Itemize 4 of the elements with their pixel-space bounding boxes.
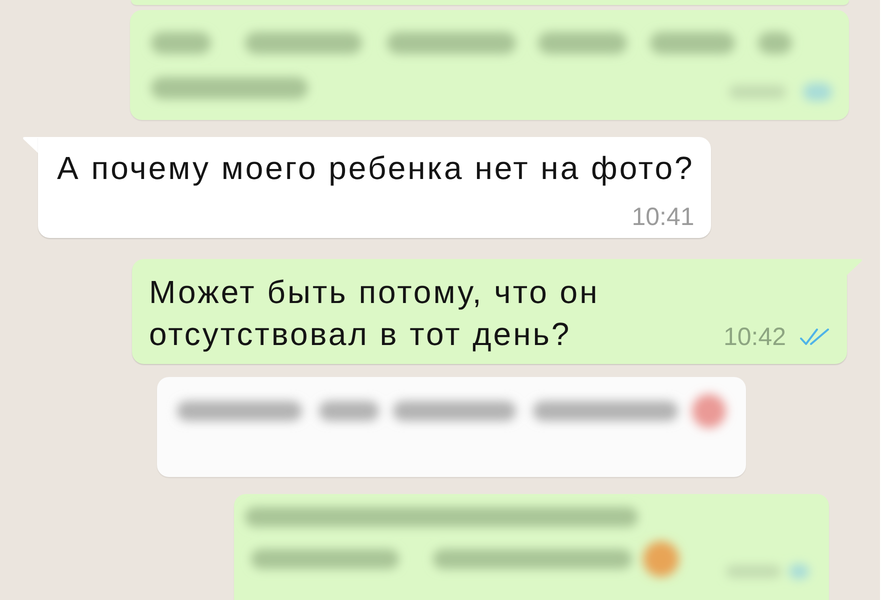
message-text: Может быть потому, что он отсутствовал в тот день? bbox=[149, 273, 600, 354]
message-time: 10:41 bbox=[632, 203, 694, 231]
message-time: 10:42 bbox=[723, 323, 786, 351]
message-text: А почему моего ребенка нет на фото? bbox=[57, 150, 694, 186]
